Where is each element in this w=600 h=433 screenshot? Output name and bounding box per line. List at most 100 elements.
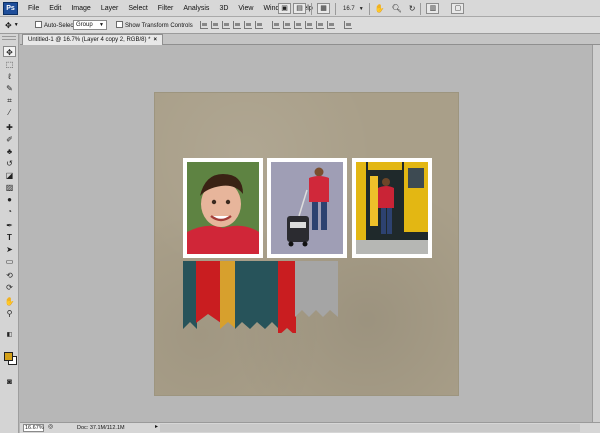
transform-controls-option[interactable]: Show Transform Controls — [116, 21, 193, 29]
distribute-left-icon[interactable] — [305, 21, 313, 29]
align-hcenter-icon[interactable] — [244, 21, 252, 29]
arrange-documents-icon[interactable]: ▥ — [426, 3, 440, 14]
photo-frame-portrait[interactable] — [183, 158, 263, 258]
auto-select-dropdown[interactable]: Group ▼ — [73, 20, 107, 30]
document-size[interactable]: Doc: 37.1M/112.1M — [77, 424, 125, 432]
photo-frame-bus[interactable] — [352, 158, 432, 258]
status-info-icon[interactable]: ◎ — [48, 423, 53, 432]
auto-select-value: Group — [76, 22, 93, 28]
path-select-tool-icon[interactable]: ➤ — [3, 244, 16, 255]
distribute-bottom-icon[interactable] — [294, 21, 302, 29]
menu-filter[interactable]: Filter — [153, 0, 179, 17]
zoom-icon[interactable]: 🔍︎ — [392, 4, 402, 13]
rotate-view-icon[interactable]: ↻ — [409, 4, 416, 13]
menu-view[interactable]: View — [233, 0, 258, 17]
align-bottom-icon[interactable] — [222, 21, 230, 29]
banner-teal-1[interactable] — [183, 261, 197, 329]
history-brush-tool-icon[interactable]: ↺ — [3, 158, 16, 169]
minibridge-icon[interactable]: ▤ — [293, 3, 306, 14]
panel-grip[interactable] — [2, 36, 16, 40]
transform-controls-checkbox[interactable] — [116, 21, 123, 28]
distribute-vcenter-icon[interactable] — [283, 21, 291, 29]
view-extras-icon[interactable]: ▦ — [317, 3, 330, 14]
blur-tool-icon[interactable]: ● — [3, 194, 16, 205]
tools-panel: ✥ ⬚ ℓ ✎ ⌗ ⁄ ✚ ✐ ♣ ↺ ◪ ▨ ● ◔ ✒ T ➤ ▭ ⟲ ⟳ … — [0, 34, 19, 433]
screen-mode-icon[interactable]: ▢ — [451, 3, 465, 14]
menu-layer[interactable]: Layer — [96, 0, 124, 17]
canvas-area[interactable] — [20, 45, 592, 422]
shape-tool-icon[interactable]: ▭ — [3, 256, 16, 267]
auto-align-icon[interactable] — [344, 21, 352, 29]
pen-tool-icon[interactable]: ✒ — [3, 220, 16, 231]
quick-mask-icon[interactable]: ◙ — [3, 376, 16, 387]
status-menu-arrow-icon[interactable]: ▸ — [155, 423, 158, 432]
banner-red-2[interactable] — [278, 261, 296, 336]
3d-orbit-tool-icon[interactable]: ⟳ — [3, 282, 16, 293]
banner-gold[interactable] — [220, 261, 236, 329]
hand-tool-icon[interactable]: ✋ — [3, 296, 16, 307]
align-left-icon[interactable] — [233, 21, 241, 29]
chevron-down-icon: ▼ — [13, 22, 19, 28]
auto-select-label: Auto-Select: — [44, 23, 77, 29]
photo-frame-backpack[interactable] — [267, 158, 347, 258]
move-tool-icon: ✥ — [5, 20, 12, 30]
boy-portrait-photo — [187, 162, 259, 254]
menu-select[interactable]: Select — [123, 0, 152, 17]
eraser-tool-icon[interactable]: ◪ — [3, 170, 16, 181]
quick-select-tool-icon[interactable]: ✎ — [3, 83, 16, 94]
vertical-scrollbar[interactable] — [592, 45, 600, 422]
gradient-tool-icon[interactable]: ▨ — [3, 182, 16, 193]
chevron-down-icon: ▼ — [99, 22, 104, 28]
menu-bar: Ps File Edit Image Layer Select Filter A… — [0, 0, 600, 17]
menu-3d[interactable]: 3D — [214, 0, 233, 17]
align-right-icon[interactable] — [255, 21, 263, 29]
3d-rotate-tool-icon[interactable]: ⟲ — [3, 270, 16, 281]
menu-analysis[interactable]: Analysis — [178, 0, 214, 17]
marquee-tool-icon[interactable]: ⬚ — [3, 59, 16, 70]
auto-select-checkbox[interactable] — [35, 21, 42, 28]
distribute-top-icon[interactable] — [272, 21, 280, 29]
status-zoom-field[interactable]: 16.67% — [23, 424, 44, 432]
tool-preset-picker[interactable]: ✥ ▼ — [5, 19, 19, 31]
menu-file[interactable]: File — [23, 0, 44, 17]
banner-teal-2[interactable] — [235, 261, 279, 329]
document-tab-title: Untitled-1 @ 16.7% (Layer 4 copy 2, RGB/… — [28, 37, 151, 43]
distribute-hcenter-icon[interactable] — [316, 21, 324, 29]
move-tool-icon[interactable]: ✥ — [3, 46, 16, 57]
chevron-down-icon[interactable]: ▼ — [359, 6, 364, 12]
boy-bus-photo — [356, 162, 428, 254]
banner-red-1[interactable] — [196, 261, 221, 323]
bridge-icon[interactable]: ▣ — [278, 3, 291, 14]
lasso-tool-icon[interactable]: ℓ — [3, 71, 16, 82]
default-colors-icon[interactable]: ◧ — [3, 330, 16, 341]
distribute-right-icon[interactable] — [327, 21, 335, 29]
document-tab[interactable]: Untitled-1 @ 16.7% (Layer 4 copy 2, RGB/… — [22, 34, 163, 45]
foreground-color-swatch[interactable] — [4, 352, 13, 361]
type-tool-icon[interactable]: T — [3, 232, 16, 243]
bus-image — [356, 162, 428, 254]
document-tab-bar: Untitled-1 @ 16.7% (Layer 4 copy 2, RGB/… — [20, 34, 600, 45]
zoom-level[interactable]: 16.7 — [343, 6, 355, 12]
align-top-icon[interactable] — [200, 21, 208, 29]
auto-select-option[interactable]: Auto-Select: — [35, 21, 77, 29]
transform-controls-label: Show Transform Controls — [125, 23, 193, 29]
crop-tool-icon[interactable]: ⌗ — [3, 95, 16, 106]
menu-edit[interactable]: Edit — [44, 0, 66, 17]
align-vcenter-icon[interactable] — [211, 21, 219, 29]
dodge-tool-icon[interactable]: ◔ — [3, 206, 16, 217]
hand-icon[interactable]: ✋ — [375, 4, 385, 13]
banner-gray[interactable] — [295, 261, 338, 317]
menu-image[interactable]: Image — [66, 0, 95, 17]
backpack-image — [271, 162, 343, 254]
zoom-tool-icon[interactable]: ⚲ — [3, 308, 16, 319]
boy-backpack-photo — [271, 162, 343, 254]
horizontal-scrollbar[interactable] — [160, 424, 580, 432]
clone-stamp-tool-icon[interactable]: ♣ — [3, 146, 16, 157]
photoshop-window: Ps File Edit Image Layer Select Filter A… — [0, 0, 600, 433]
scrapbook-page[interactable] — [155, 93, 458, 395]
eyedropper-tool-icon[interactable]: ⁄ — [3, 107, 16, 118]
healing-tool-icon[interactable]: ✚ — [3, 122, 16, 133]
close-icon[interactable]: × — [153, 37, 157, 43]
brush-tool-icon[interactable]: ✐ — [3, 134, 16, 145]
ribbon-banners — [183, 261, 340, 336]
